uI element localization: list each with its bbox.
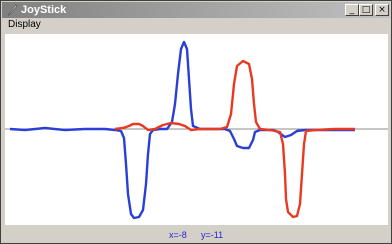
window-title: JoyStick <box>21 4 67 16</box>
menu-display[interactable]: Display <box>8 19 41 30</box>
maximize-button[interactable]: □ <box>359 4 373 16</box>
app-window: JoyStick _ □ × Display x=-8 y=-11 <box>0 0 392 244</box>
title-bar[interactable]: JoyStick _ □ × <box>2 2 390 18</box>
plot-canvas <box>5 34 388 225</box>
joystick-plot <box>5 40 388 220</box>
status-bar: x=-8 y=-11 <box>2 227 390 243</box>
close-button[interactable]: × <box>375 4 389 16</box>
x-coordinate: x=-8 <box>169 230 187 240</box>
blue-trace <box>9 40 355 220</box>
y-coordinate: y=-11 <box>201 230 224 240</box>
menu-bar: Display <box>2 18 390 33</box>
minimize-button[interactable]: _ <box>345 4 359 16</box>
feather-pen-icon <box>7 4 18 16</box>
